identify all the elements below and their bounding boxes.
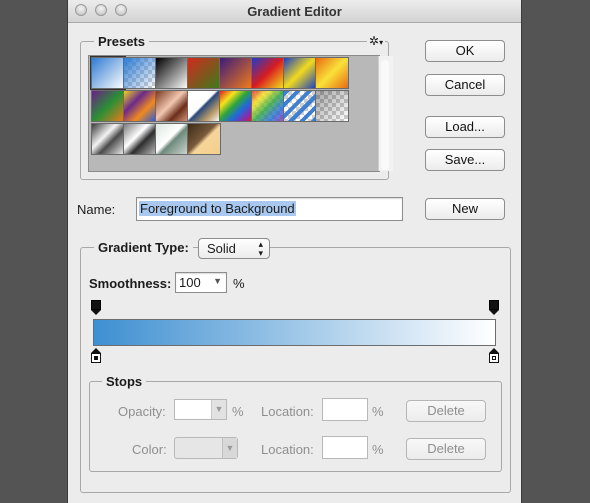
smoothness-field[interactable]: 100 ▼	[175, 272, 227, 293]
smoothness-label: Smoothness:	[89, 276, 172, 291]
cancel-button[interactable]: Cancel	[425, 74, 505, 96]
delete-opacity-stop-button[interactable]: Delete	[406, 400, 486, 422]
opacity-unit: %	[232, 404, 244, 419]
stops-label: Stops	[102, 374, 147, 389]
color-location-label: Location:	[261, 442, 314, 457]
window-title: Gradient Editor	[247, 4, 342, 19]
gradient-editor-window: Gradient Editor Presets ✲▾ OK Cancel Loa…	[67, 0, 522, 503]
name-field[interactable]: Foreground to Background	[136, 197, 403, 221]
preset-swatch[interactable]	[187, 57, 221, 89]
color-stop-left[interactable]	[91, 348, 101, 363]
gradient-type-label: Gradient Type:	[94, 240, 193, 255]
smoothness-value: 100	[179, 275, 201, 290]
opacity-location-field[interactable]	[322, 398, 368, 421]
preset-swatch[interactable]	[91, 123, 125, 155]
title-bar[interactable]: Gradient Editor	[68, 0, 521, 23]
opacity-label: Opacity:	[118, 404, 166, 419]
presets-gear-menu[interactable]: ✲▾	[367, 34, 386, 48]
preset-swatch[interactable]	[91, 90, 125, 122]
updown-arrows-icon: ▴ ▾	[258, 239, 263, 258]
opacity-location-label: Location:	[261, 404, 314, 419]
name-field-value: Foreground to Background	[139, 201, 296, 216]
opacity-location-unit: %	[372, 404, 384, 419]
preset-swatch[interactable]	[219, 57, 253, 89]
color-swatch-picker[interactable]: ▼	[174, 437, 238, 459]
dropdown-arrow-icon[interactable]: ▼	[211, 400, 226, 419]
gradient-type-select[interactable]: Solid ▴ ▾	[198, 238, 270, 259]
dropdown-arrow-icon[interactable]: ▼	[213, 276, 222, 286]
dropdown-arrow-icon[interactable]: ▼	[222, 438, 237, 458]
ok-button[interactable]: OK	[425, 40, 505, 62]
opacity-stop-left[interactable]	[91, 300, 101, 315]
name-label: Name:	[77, 202, 116, 217]
new-button[interactable]: New	[425, 198, 505, 220]
preset-swatch[interactable]	[123, 123, 157, 155]
save-button[interactable]: Save...	[425, 149, 505, 171]
preset-swatch[interactable]	[155, 57, 189, 89]
preset-swatch[interactable]	[251, 90, 285, 122]
delete-color-stop-button[interactable]: Delete	[406, 438, 486, 460]
gradient-preview-bar[interactable]	[93, 319, 496, 346]
preset-swatch[interactable]	[187, 123, 221, 155]
opacity-stop-right[interactable]	[489, 300, 499, 315]
load-button[interactable]: Load...	[425, 116, 505, 138]
preset-swatch[interactable]	[187, 90, 221, 122]
preset-swatch[interactable]	[90, 56, 126, 90]
preset-swatch[interactable]	[123, 90, 157, 122]
preset-swatch[interactable]	[283, 90, 317, 122]
gear-icon: ✲	[369, 34, 380, 48]
preset-swatch[interactable]	[123, 57, 157, 89]
gradient-type-value: Solid	[207, 241, 236, 256]
color-location-field[interactable]	[322, 436, 368, 459]
preset-swatch[interactable]	[315, 57, 349, 89]
presets-label: Presets	[94, 34, 149, 49]
smoothness-unit: %	[233, 276, 245, 291]
presets-swatch-grid	[88, 55, 380, 172]
presets-scroll-thumb[interactable]	[381, 60, 389, 170]
color-label: Color:	[132, 442, 167, 457]
preset-swatch[interactable]	[155, 123, 189, 155]
menu-arrow-icon: ▾	[379, 38, 384, 47]
preset-swatch[interactable]	[219, 90, 253, 122]
preset-swatch[interactable]	[155, 90, 189, 122]
color-location-unit: %	[372, 442, 384, 457]
preset-swatch[interactable]	[315, 90, 349, 122]
preset-swatch[interactable]	[251, 57, 285, 89]
opacity-field[interactable]: ▼	[174, 399, 227, 420]
preset-swatch[interactable]	[283, 57, 317, 89]
color-stop-right[interactable]	[489, 348, 499, 363]
